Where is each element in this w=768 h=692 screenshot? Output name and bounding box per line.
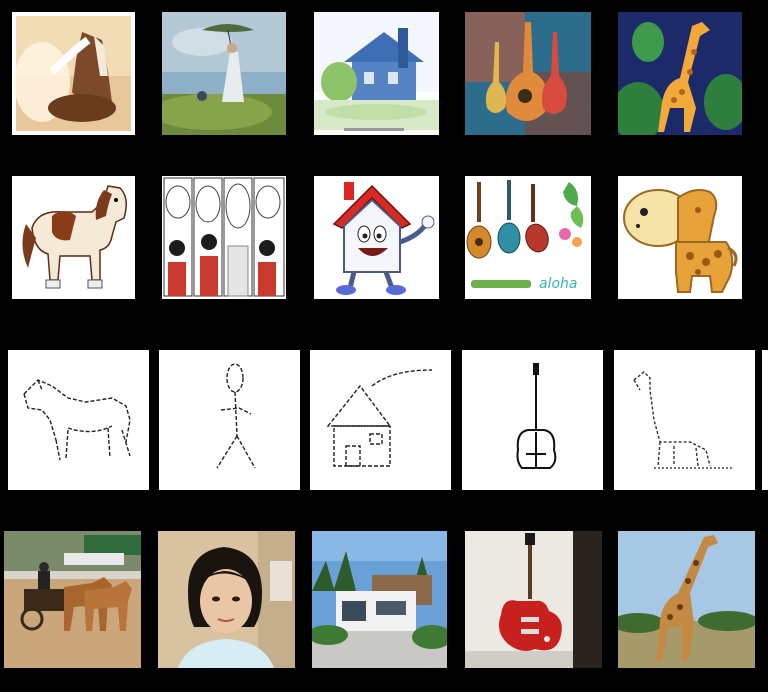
tile-cartoon-horse[interactable]	[12, 176, 135, 299]
tile-painting-house[interactable]	[314, 12, 439, 135]
tile-painting-horse[interactable]	[12, 12, 135, 135]
tile-sketch-person[interactable]	[159, 350, 300, 490]
tile-sketch-guitar[interactable]	[462, 350, 603, 490]
aloha-handwriting: aloha	[539, 276, 578, 292]
tile-sketch-giraffe[interactable]	[614, 350, 755, 490]
tile-cartoon-person[interactable]	[162, 176, 286, 299]
tile-painting-giraffe[interactable]	[618, 12, 742, 135]
tile-photo-horse[interactable]	[4, 531, 141, 668]
tile-photo-guitar[interactable]	[465, 531, 602, 668]
tile-photo-house[interactable]	[312, 531, 447, 668]
sketch-horse-image	[23, 379, 131, 461]
tile-photo-giraffe[interactable]	[618, 531, 755, 668]
photo-guitar-image	[465, 531, 602, 668]
painting-giraffe-image	[618, 12, 742, 135]
sketch-house-image	[326, 369, 433, 467]
painting-horse-image	[14, 16, 131, 131]
tile-cartoon-giraffe[interactable]	[618, 176, 742, 299]
tile-cartoon-guitar[interactable]: aloha	[465, 176, 591, 299]
painting-person-image	[162, 12, 286, 135]
tile-sketch-horse[interactable]	[8, 350, 149, 490]
tile-cartoon-house[interactable]	[314, 176, 439, 299]
tile-painting-guitar[interactable]	[465, 12, 591, 135]
tile-photo-person[interactable]	[158, 531, 295, 668]
sketch-person-image	[216, 363, 256, 469]
sketch-guitar-image	[516, 363, 557, 469]
photo-giraffe-image	[618, 531, 755, 668]
painting-guitar-image	[465, 12, 591, 135]
tile-painting-person[interactable]	[162, 12, 286, 135]
cartoon-house-image	[332, 182, 435, 295]
photo-house-image	[312, 531, 447, 668]
cartoon-horse-image	[22, 185, 127, 289]
sketch-giraffe-image	[633, 371, 734, 469]
painting-house-image	[314, 12, 439, 131]
photo-horse-image	[4, 531, 141, 668]
cartoon-guitar-image: aloha	[466, 180, 584, 292]
tile-sketch-edge	[762, 350, 768, 490]
cartoon-giraffe-image	[623, 189, 738, 293]
photo-person-image	[158, 531, 295, 668]
cartoon-person-image	[163, 177, 285, 297]
tile-sketch-house[interactable]	[310, 350, 451, 490]
